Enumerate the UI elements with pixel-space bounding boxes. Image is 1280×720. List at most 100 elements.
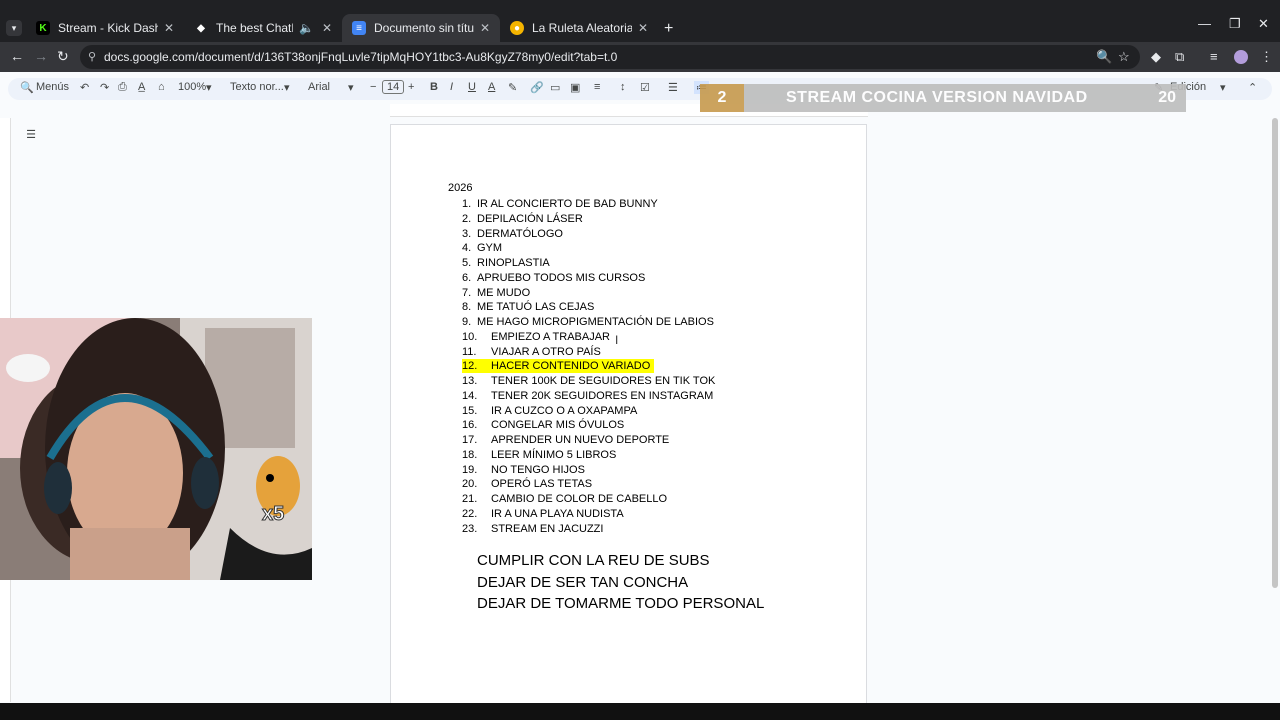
redo-icon[interactable]: ↷ — [100, 81, 109, 94]
list-item-number: 7. — [462, 286, 472, 299]
tab-title: La Ruleta Aleatoria — [532, 21, 632, 35]
chevron-down-icon: ▾ — [206, 82, 212, 94]
line-spacing-icon[interactable]: ↕ — [620, 81, 626, 93]
chevron-down-icon: ▾ — [284, 82, 290, 94]
browser-menu-icon[interactable]: ⋮ — [1260, 49, 1273, 65]
list-item-number: 8. — [462, 301, 472, 314]
list-item-number: 16. — [462, 419, 478, 432]
decrease-font-size-icon[interactable]: − — [370, 81, 376, 93]
profile-avatar[interactable] — [1234, 50, 1248, 64]
list-item[interactable]: 12. HACER CONTENIDO VARIADO — [462, 359, 654, 374]
list-item-text: GYM — [477, 242, 503, 255]
tab-title: Stream - Kick Dashboard — [58, 21, 158, 35]
kick-icon: K — [36, 21, 50, 35]
list-item-number: 5. — [462, 257, 472, 269]
tab-title: Documento sin título - Docum — [374, 21, 474, 35]
list-item-number: 4. — [462, 242, 472, 255]
print-icon[interactable]: ⎙ — [118, 81, 127, 94]
media-controls-icon[interactable]: ≡ — [1210, 49, 1218, 64]
new-tab-icon[interactable]: + — [664, 20, 673, 38]
forward-icon[interactable]: → — [34, 48, 48, 64]
list-item-number: 14. — [462, 389, 478, 402]
list-item-text: DERMATÓLOGO — [477, 227, 563, 240]
search-menus-icon[interactable]: 🔍 — [20, 81, 34, 94]
tab-ruleta[interactable]: ● La Ruleta Aleatoria ✕ — [500, 14, 658, 42]
stream-banner-overlay: 2 STREAM COCINA VERSION NAVIDAD 20 — [700, 84, 1186, 112]
add-comment-icon[interactable]: ▭ — [550, 81, 560, 94]
close-window-icon[interactable]: ✕ — [1258, 16, 1269, 32]
insert-image-icon[interactable]: ▣ — [570, 81, 580, 94]
close-tab-icon[interactable]: ✕ — [638, 21, 648, 35]
list-item-number: 21. — [462, 493, 478, 505]
close-tab-icon[interactable]: ✕ — [164, 21, 174, 35]
list-item-text: LEER MÍNIMO 5 LIBROS — [491, 448, 617, 461]
bold-icon[interactable]: B — [430, 81, 438, 93]
zoom-select[interactable]: 100% — [178, 81, 206, 93]
banner-title: STREAM COCINA VERSION NAVIDAD — [786, 89, 1088, 106]
tab-search-icon[interactable]: ▾ — [6, 20, 22, 36]
highlight-color-icon[interactable]: ✎ — [508, 81, 517, 94]
speaker-icon[interactable]: 🔈 — [299, 21, 314, 35]
paint-format-icon[interactable]: ⌂ — [158, 81, 165, 93]
list-item-number: 15. — [462, 404, 478, 417]
style-select[interactable]: Texto nor... — [230, 81, 284, 93]
list-item-number: 11. — [462, 345, 477, 358]
zoom-icon[interactable]: 🔍 — [1096, 49, 1112, 65]
list-item-number: 22. — [462, 507, 478, 520]
restore-icon[interactable]: ❐ — [1229, 16, 1241, 32]
list-item-text: ME TATUÓ LAS CEJAS — [477, 301, 595, 314]
tab-google-docs[interactable]: ≡ Documento sin título - Docum ✕ — [342, 14, 500, 42]
list-item-number: 1. — [462, 198, 472, 210]
list-item-number: 23. — [462, 522, 478, 535]
tab-kick-dashboard[interactable]: K Stream - Kick Dashboard ✕ — [26, 14, 184, 42]
font-select[interactable]: Arial — [308, 81, 330, 93]
chevron-down-icon: ▾ — [1220, 82, 1226, 94]
list-item-text: NO TENGO HIJOS — [491, 463, 585, 476]
list-item-text: APRENDER UN NUEVO DEPORTE — [491, 434, 670, 446]
list-item-text: STREAM EN JACUZZI — [491, 522, 604, 535]
site-info-icon[interactable]: ⚲ — [88, 50, 96, 63]
increase-font-size-icon[interactable]: + — [408, 81, 414, 93]
insert-link-icon[interactable]: 🔗 — [530, 81, 544, 94]
list-item-text: IR A UNA PLAYA NUDISTA — [491, 507, 624, 520]
close-tab-icon[interactable]: ✕ — [322, 21, 332, 35]
close-tab-icon[interactable]: ✕ — [480, 21, 490, 35]
list-item-text: IR AL CONCIERTO DE BAD BUNNY — [477, 198, 658, 210]
list-item-number: 9. — [462, 316, 472, 328]
list-item-number: 10. — [462, 330, 478, 343]
chevron-down-icon: ▾ — [348, 82, 354, 94]
font-size-input[interactable]: 14 — [382, 80, 405, 94]
list-item-number: 12. — [462, 360, 478, 373]
document-outline-icon[interactable]: ☰ — [22, 126, 40, 144]
undo-icon[interactable]: ↶ — [80, 81, 89, 94]
text-cursor: I — [615, 333, 619, 347]
collapse-toolbar-icon[interactable]: ⌃ — [1248, 81, 1257, 94]
address-bar-row: ← → ↻ ⚲ docs.google.com/document/d/136T3… — [0, 42, 1280, 72]
document-scrollbar[interactable] — [1272, 118, 1278, 588]
search-menus-button[interactable]: Menús — [36, 81, 69, 93]
minimize-icon[interactable]: — — [1198, 16, 1211, 31]
browser-tab-bar: ▾ K Stream - Kick Dashboard ✕ ◆ The best… — [0, 0, 1280, 42]
spellcheck-icon[interactable]: A̲ — [138, 81, 145, 93]
reload-icon[interactable]: ↻ — [57, 48, 69, 65]
omnibox[interactable]: ⚲ docs.google.com/document/d/136T38onjFn… — [80, 45, 1140, 69]
checklist-icon[interactable]: ☑ — [640, 81, 650, 94]
list-item-number: 13. — [462, 375, 478, 387]
text-color-icon[interactable]: A — [488, 81, 495, 93]
back-icon[interactable]: ← — [10, 48, 24, 64]
list-item-number: 20. — [462, 478, 478, 491]
tab-chatbot[interactable]: ◆ The best ChatBot and Widg 🔈 ✕ — [184, 14, 342, 42]
italic-icon[interactable]: I — [450, 81, 453, 93]
list-item-text: HACER CONTENIDO VARIADO — [491, 360, 651, 373]
extensions-puzzle-icon[interactable]: ⧉ — [1175, 49, 1184, 65]
bulleted-list-icon[interactable]: ☰ — [668, 81, 678, 94]
list-item-text: CAMBIO DE COLOR DE CABELLO — [491, 493, 668, 505]
underline-icon[interactable]: U — [468, 81, 476, 93]
extra-goal: DEJAR DE SER TAN CONCHA — [477, 574, 689, 591]
url-text[interactable]: docs.google.com/document/d/136T38onjFnqL… — [104, 50, 617, 64]
extension-diamond-icon[interactable]: ◆ — [1151, 49, 1161, 65]
banner-count: 20 — [1158, 89, 1176, 106]
list-item-text: VIAJAR A OTRO PAÍS — [491, 345, 601, 358]
bookmark-star-icon[interactable]: ☆ — [1118, 49, 1130, 65]
align-icon[interactable]: ≡ — [594, 81, 600, 93]
